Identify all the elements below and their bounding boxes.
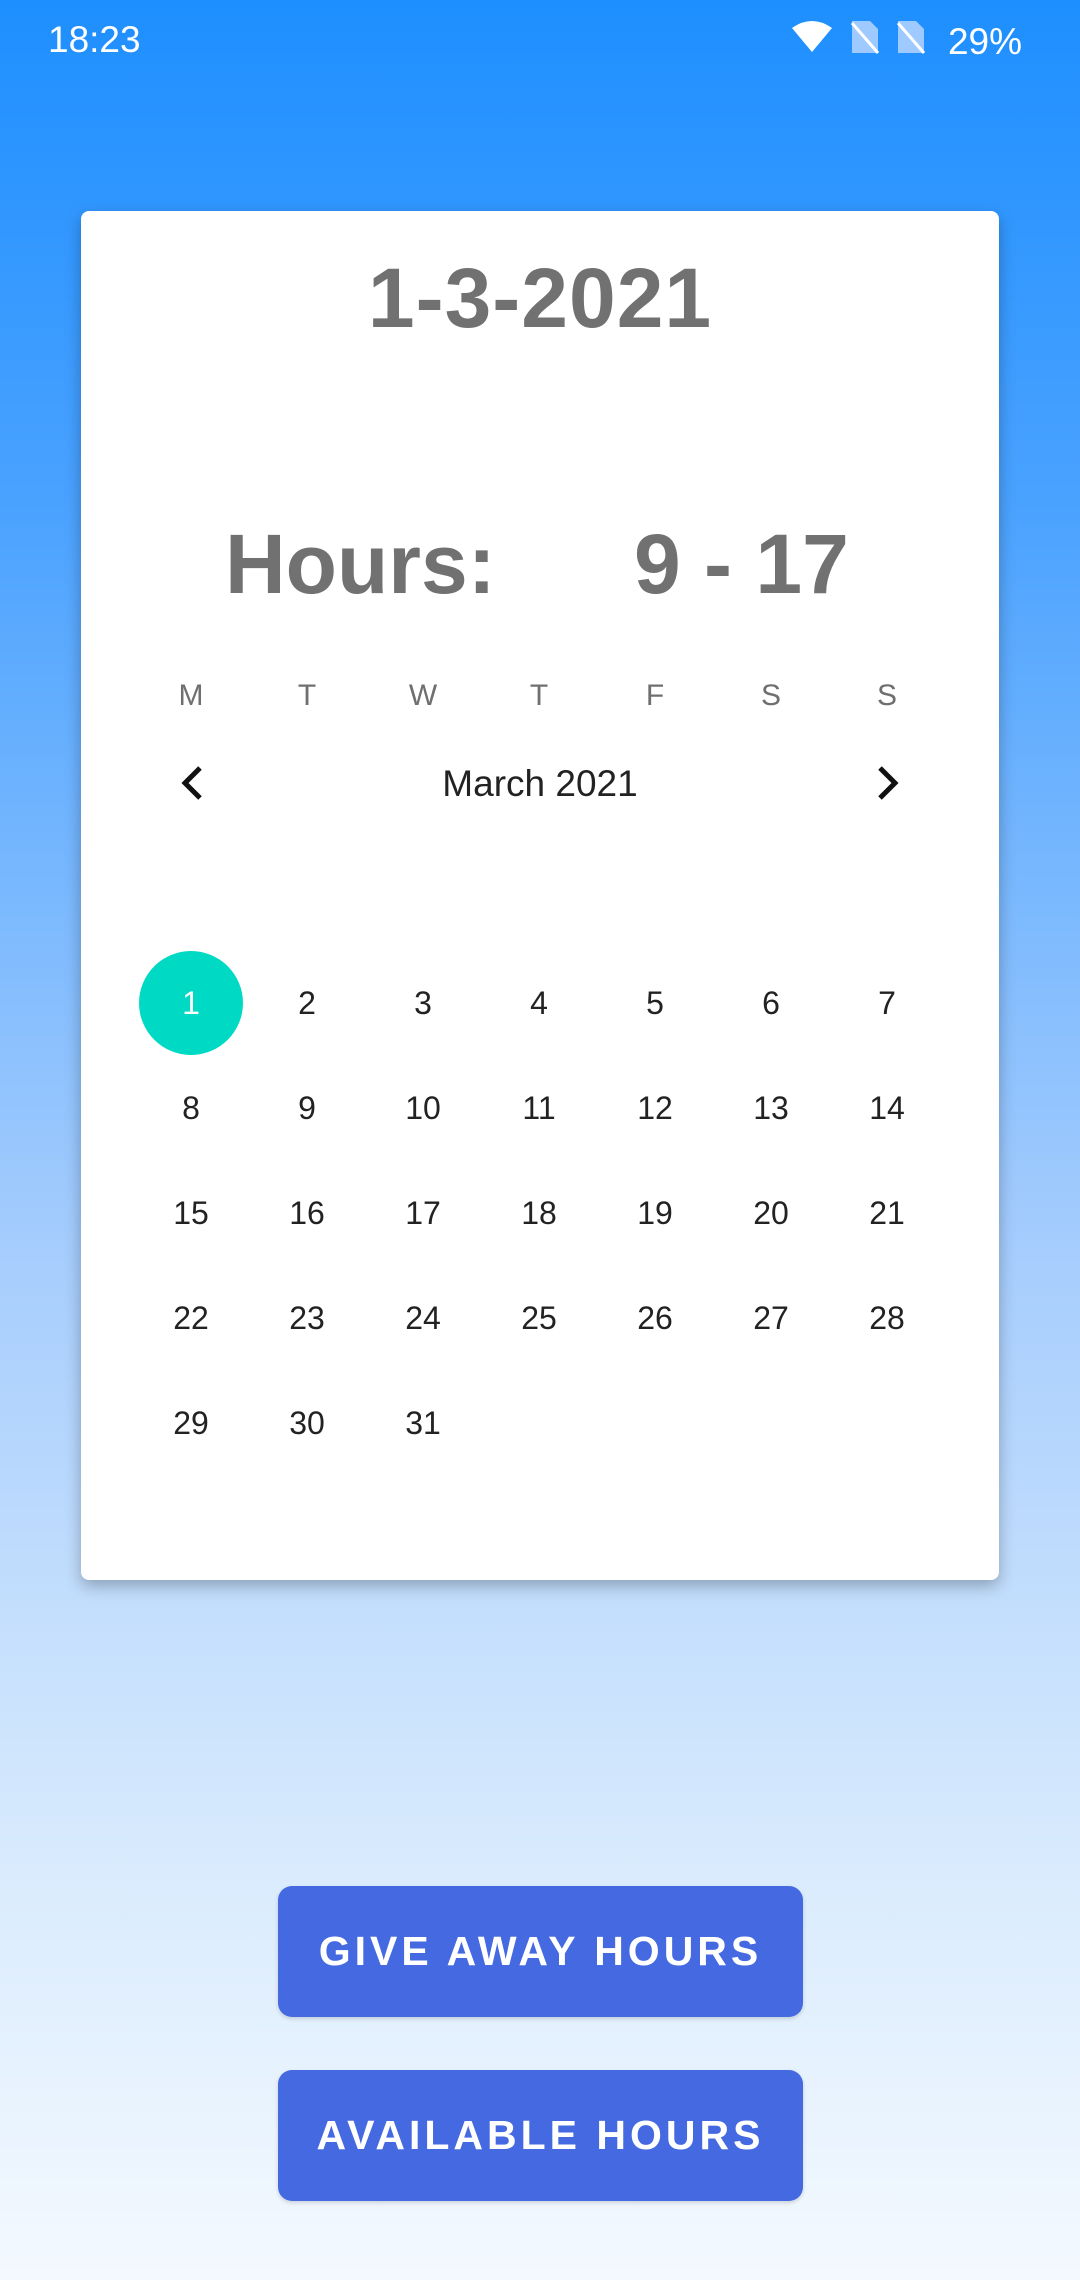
calendar-day[interactable]: 12 [603, 1056, 707, 1160]
calendar-day[interactable]: 31 [371, 1371, 475, 1475]
calendar-day[interactable]: 2 [255, 951, 359, 1055]
calendar-day[interactable]: 5 [603, 951, 707, 1055]
no-sim-icon [896, 19, 926, 64]
calendar-day[interactable]: 28 [835, 1266, 939, 1370]
calendar-day[interactable]: 30 [255, 1371, 359, 1475]
weekday-label: T [297, 679, 317, 712]
calendar-day[interactable]: 23 [255, 1266, 359, 1370]
status-time: 18:23 [48, 19, 141, 60]
calendar-day[interactable]: 13 [719, 1056, 823, 1160]
calendar-day[interactable]: 22 [139, 1266, 243, 1370]
weekday-label: W [408, 679, 438, 712]
calendar-day[interactable]: 9 [255, 1056, 359, 1160]
no-sim-icon [850, 19, 880, 64]
chevron-right-icon [878, 766, 899, 800]
calendar-day[interactable]: 8 [139, 1056, 243, 1160]
status-bar: 18:23 29% [0, 0, 1080, 80]
weekday-label: S [760, 679, 781, 712]
calendar-day[interactable]: 17 [371, 1161, 475, 1265]
weekday-label: F [645, 679, 665, 712]
calendar-day[interactable]: 25 [487, 1266, 591, 1370]
calendar-day[interactable]: 20 [719, 1161, 823, 1265]
calendar-day[interactable]: 4 [487, 951, 591, 1055]
calendar-day[interactable]: 26 [603, 1266, 707, 1370]
calendar-day[interactable]: 16 [255, 1161, 359, 1265]
calendar-day[interactable]: 14 [835, 1056, 939, 1160]
calendar-day[interactable]: 15 [139, 1161, 243, 1265]
schedule-card: 1-3-2021 Hours: 9 - 17 March 2021 M T W T F S… [81, 211, 999, 1580]
calendar-day[interactable]: 6 [719, 951, 823, 1055]
status-icons: 29% [790, 19, 1022, 64]
calendar-header: March 2021 [81, 753, 999, 813]
calendar-day[interactable]: 18 [487, 1161, 591, 1265]
weekday-label: T [529, 679, 549, 712]
calendar-day[interactable]: 29 [139, 1371, 243, 1475]
calendar-day[interactable]: 10 [371, 1056, 475, 1160]
calendar-day[interactable]: 19 [603, 1161, 707, 1265]
hours-value: 9 - 17 [634, 517, 849, 611]
hours-label: Hours: [225, 517, 496, 611]
calendar-day[interactable]: 7 [835, 951, 939, 1055]
calendar-day-selected[interactable]: 1 [139, 951, 243, 1055]
weekday-label: M [178, 679, 204, 712]
selected-date-title: 1-3-2021 [367, 251, 713, 345]
calendar-day[interactable]: 24 [371, 1266, 475, 1370]
calendar-day[interactable]: 11 [487, 1056, 591, 1160]
weekday-label: S [876, 679, 897, 712]
available-hours-button[interactable]: AVAILABLE HOURS [278, 2070, 803, 2201]
calendar-day[interactable]: 21 [835, 1161, 939, 1265]
calendar-day[interactable]: 27 [719, 1266, 823, 1370]
next-month-button[interactable] [858, 753, 918, 813]
calendar-day[interactable]: 3 [371, 951, 475, 1055]
battery-level: 29% [947, 20, 1022, 62]
wifi-icon [790, 20, 834, 63]
give-away-hours-button[interactable]: GIVE AWAY HOURS [278, 1886, 803, 2017]
